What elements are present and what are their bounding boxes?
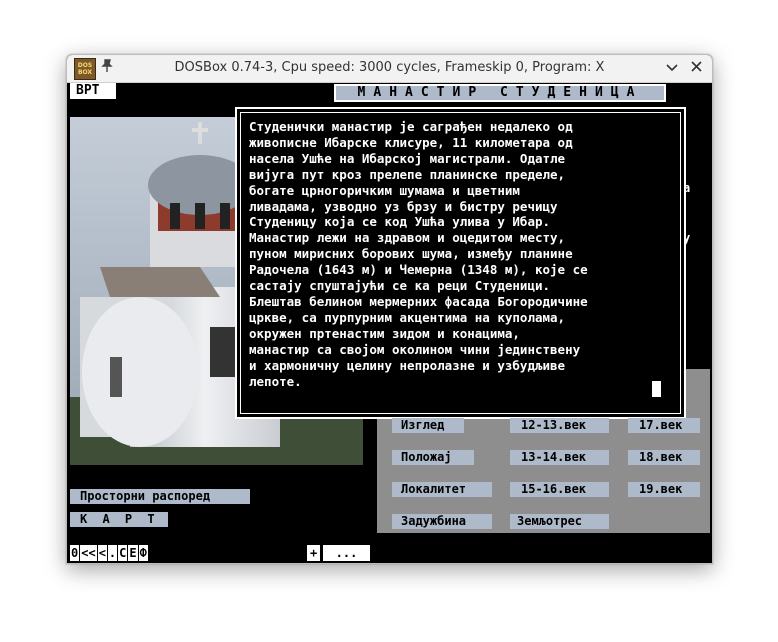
century-17-button[interactable]: 17.век	[628, 418, 700, 433]
dosbox-window: DOS BOX DOSBox 0.74-3, Cpu speed: 3000 c…	[66, 54, 713, 564]
century-12-13-button[interactable]: 12-13.век	[510, 418, 609, 433]
nav-zero-button[interactable]: 0	[70, 545, 80, 561]
map-button[interactable]: К А Р Т А	[70, 512, 177, 527]
nav-plus-button[interactable]: +	[307, 545, 321, 561]
earthquake-button[interactable]: Земљотрес	[510, 514, 609, 529]
minimize-button[interactable]	[662, 58, 682, 78]
chevron-down-icon	[666, 64, 678, 72]
page-title: МАНАСТИР СТУДЕНИЦА	[334, 84, 666, 102]
century-19-button[interactable]: 19.век	[628, 482, 700, 497]
dos-screen[interactable]: ВРТ МАНАСТИР СТУДЕНИЦА а у Студенички ма…	[67, 83, 712, 563]
article-text: Студенички манастир је саграђен недалеко…	[249, 119, 588, 389]
spatial-layout-button[interactable]: Просторни распоред	[70, 489, 250, 504]
nav-more-button[interactable]: ...	[323, 545, 370, 561]
nav-first-button[interactable]: <<	[80, 545, 97, 561]
text-cursor	[652, 381, 661, 397]
topic-endowment-button[interactable]: Задужбина	[392, 514, 492, 529]
century-15-16-button[interactable]: 15-16.век	[510, 482, 609, 497]
topic-appearance-button[interactable]: Изглед	[392, 418, 464, 433]
window-title: DOSBox 0.74-3, Cpu speed: 3000 cycles, F…	[174, 60, 605, 75]
title-bar[interactable]: DOS BOX DOSBox 0.74-3, Cpu speed: 3000 c…	[67, 55, 712, 83]
nav-e-button[interactable]: E	[128, 545, 138, 561]
century-18-button[interactable]: 18.век	[628, 450, 700, 465]
nav-dot-button[interactable]: .	[107, 545, 118, 561]
nav-prev-button[interactable]: <	[97, 545, 107, 561]
navigation-bar: 0 << < . C E Ф	[70, 545, 149, 561]
nav-c-button[interactable]: C	[118, 545, 128, 561]
close-icon	[690, 61, 702, 72]
close-button[interactable]	[686, 58, 706, 78]
article-panel: Студенички манастир је саграђен недалеко…	[235, 107, 686, 419]
channel-label: ВРТ	[70, 83, 116, 99]
century-13-14-button[interactable]: 13-14.век	[510, 450, 609, 465]
topic-position-button[interactable]: Положај	[392, 450, 474, 465]
topic-locality-button[interactable]: Локалитет	[392, 482, 492, 497]
nav-f-button[interactable]: Ф	[138, 545, 148, 561]
